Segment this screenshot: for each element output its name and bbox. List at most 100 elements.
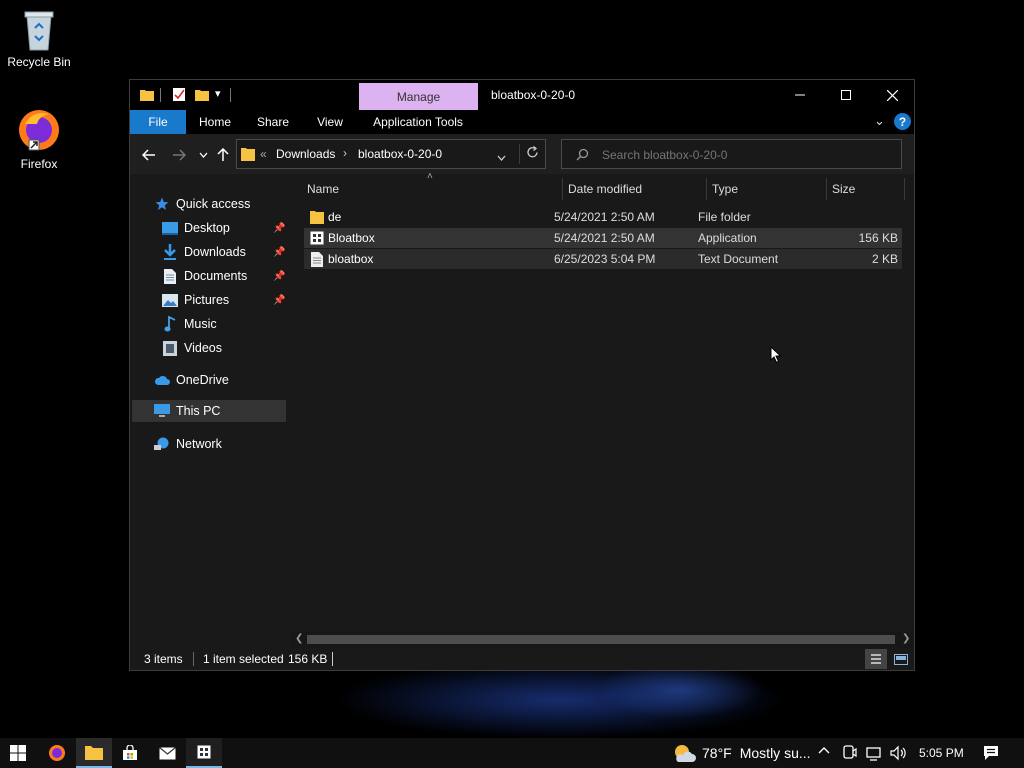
column-header-date-modified[interactable]: Date modified [568, 174, 706, 204]
breadcrumb-bloatbox[interactable]: bloatbox-0-20-0 [358, 147, 442, 161]
folder-icon [241, 148, 255, 161]
properties-icon[interactable] [172, 87, 186, 102]
tab-home[interactable]: Home [192, 110, 238, 134]
status-divider [332, 652, 333, 666]
column-header-name[interactable]: Name [307, 174, 561, 204]
column-header-size[interactable]: Size [832, 174, 902, 204]
file-row[interactable]: Bloatbox 5/24/2021 2:50 AM Application 1… [304, 228, 902, 248]
address-overflow[interactable]: « [260, 147, 267, 161]
details-view-icon [871, 654, 881, 664]
maximize-button[interactable] [823, 80, 869, 110]
file-row[interactable]: de 5/24/2021 2:50 AM File folder [304, 207, 902, 227]
ribbon-tabs: File Home Share View Application Tools ⌄… [130, 110, 914, 134]
close-icon [886, 89, 898, 101]
recycle-bin-desktop-icon[interactable]: Recycle Bin [1, 8, 77, 69]
scroll-right-icon[interactable]: ❯ [902, 633, 910, 644]
column-separator[interactable] [826, 178, 827, 200]
clock-time[interactable]: 5:05 PM [919, 746, 964, 760]
file-row[interactable]: bloatbox 6/25/2023 5:04 PM Text Document… [304, 249, 902, 269]
tab-view[interactable]: View [308, 110, 352, 134]
nav-item-desktop[interactable]: Desktop [162, 217, 230, 239]
nav-item-downloads[interactable]: Downloads [162, 241, 246, 263]
chevron-down-icon [199, 152, 207, 158]
nav-quick-access[interactable]: Quick access [154, 193, 250, 215]
taskbar-store[interactable] [112, 738, 148, 768]
large-icons-view-button[interactable] [890, 649, 912, 669]
nav-item-label: Documents [184, 269, 248, 283]
tab-share[interactable]: Share [250, 110, 296, 134]
nav-onedrive[interactable]: OneDrive [154, 369, 229, 391]
column-separator[interactable] [706, 178, 707, 200]
tab-application-tools[interactable]: Application Tools [361, 110, 475, 134]
refresh-button[interactable] [526, 145, 539, 162]
mail-icon [158, 746, 176, 759]
column-header-type[interactable]: Type [712, 174, 822, 204]
pin-icon[interactable]: 📌 [273, 295, 285, 306]
meet-now-icon[interactable] [843, 745, 857, 764]
mouse-pointer-icon [770, 346, 782, 364]
firefox-desktop-icon[interactable]: Firefox [1, 106, 77, 171]
taskbar-mail[interactable] [149, 738, 185, 768]
up-button[interactable] [213, 145, 233, 165]
status-bar: 3 items 1 item selected 156 KB [130, 648, 914, 670]
breadcrumb-downloads[interactable]: Downloads [276, 147, 335, 161]
store-bag-icon [123, 745, 137, 760]
nav-this-pc[interactable]: This PC [154, 400, 220, 422]
nav-item-label: Videos [184, 341, 222, 355]
nav-quick-access-label: Quick access [176, 197, 251, 211]
breadcrumb-separator-icon[interactable]: › [343, 146, 347, 160]
file-size: 156 KB [858, 231, 898, 245]
manage-contextual-tab[interactable]: Manage [359, 83, 478, 110]
search-icon [576, 148, 589, 161]
file-size: 2 KB [871, 252, 898, 266]
close-button[interactable] [869, 80, 915, 110]
pin-icon[interactable]: 📌 [273, 271, 285, 282]
column-separator[interactable] [904, 178, 905, 200]
nav-network[interactable]: Network [154, 433, 222, 455]
horizontal-scrollbar[interactable]: ❮ ❯ [290, 631, 914, 648]
network-status-icon[interactable] [866, 745, 882, 764]
forward-button[interactable] [169, 145, 189, 165]
new-folder-icon[interactable] [195, 88, 209, 102]
column-separator[interactable] [562, 178, 563, 200]
taskbar-file-explorer[interactable] [76, 738, 112, 768]
start-button[interactable] [0, 738, 36, 768]
file-date: 5/24/2021 2:50 AM [554, 231, 655, 245]
star-icon [154, 196, 170, 212]
nav-item-music[interactable]: Music [162, 313, 217, 335]
firefox-icon [19, 110, 59, 151]
file-explorer-window: ▾ Manage bloatbox-0-20-0 File Home Share… [129, 79, 915, 671]
tab-file[interactable]: File [130, 110, 186, 134]
selection-size: 156 KB [288, 652, 328, 666]
desktop-icon [162, 220, 178, 236]
scrollbar-thumb[interactable] [307, 635, 895, 644]
volume-icon[interactable] [890, 745, 907, 764]
help-icon[interactable]: ? [894, 113, 911, 130]
search-input[interactable] [600, 144, 894, 166]
show-hidden-icons-chevron-icon[interactable] [818, 745, 830, 760]
file-type: File folder [698, 210, 751, 224]
back-button[interactable] [139, 145, 159, 165]
expand-ribbon-chevron-icon[interactable]: ⌄ [874, 113, 885, 129]
windows-logo-icon [10, 745, 26, 761]
recent-locations-dropdown[interactable] [193, 145, 213, 165]
taskbar-firefox[interactable] [39, 738, 75, 768]
nav-item-pictures[interactable]: Pictures [162, 289, 229, 311]
address-history-dropdown[interactable] [497, 150, 506, 164]
details-view-button[interactable] [865, 649, 887, 669]
file-type: Application [698, 231, 757, 245]
weather-widget[interactable]: 78°F Mostly su... [672, 738, 811, 768]
pin-icon[interactable]: 📌 [273, 223, 285, 234]
customize-toolbar-dropdown-icon[interactable]: ▾ [215, 87, 221, 100]
nav-item-documents[interactable]: Documents [162, 265, 247, 287]
taskbar-bloatbox[interactable] [186, 738, 222, 768]
action-center-icon[interactable] [983, 745, 999, 764]
search-box[interactable] [561, 139, 902, 169]
address-bar[interactable]: « Downloads › bloatbox-0-20-0 [236, 139, 546, 169]
minimize-button[interactable] [777, 80, 823, 110]
scroll-left-icon[interactable]: ❮ [295, 633, 303, 644]
pin-icon[interactable]: 📌 [273, 247, 285, 258]
file-type: Text Document [698, 252, 779, 266]
document-icon [162, 268, 178, 284]
nav-item-videos[interactable]: Videos [162, 337, 222, 359]
